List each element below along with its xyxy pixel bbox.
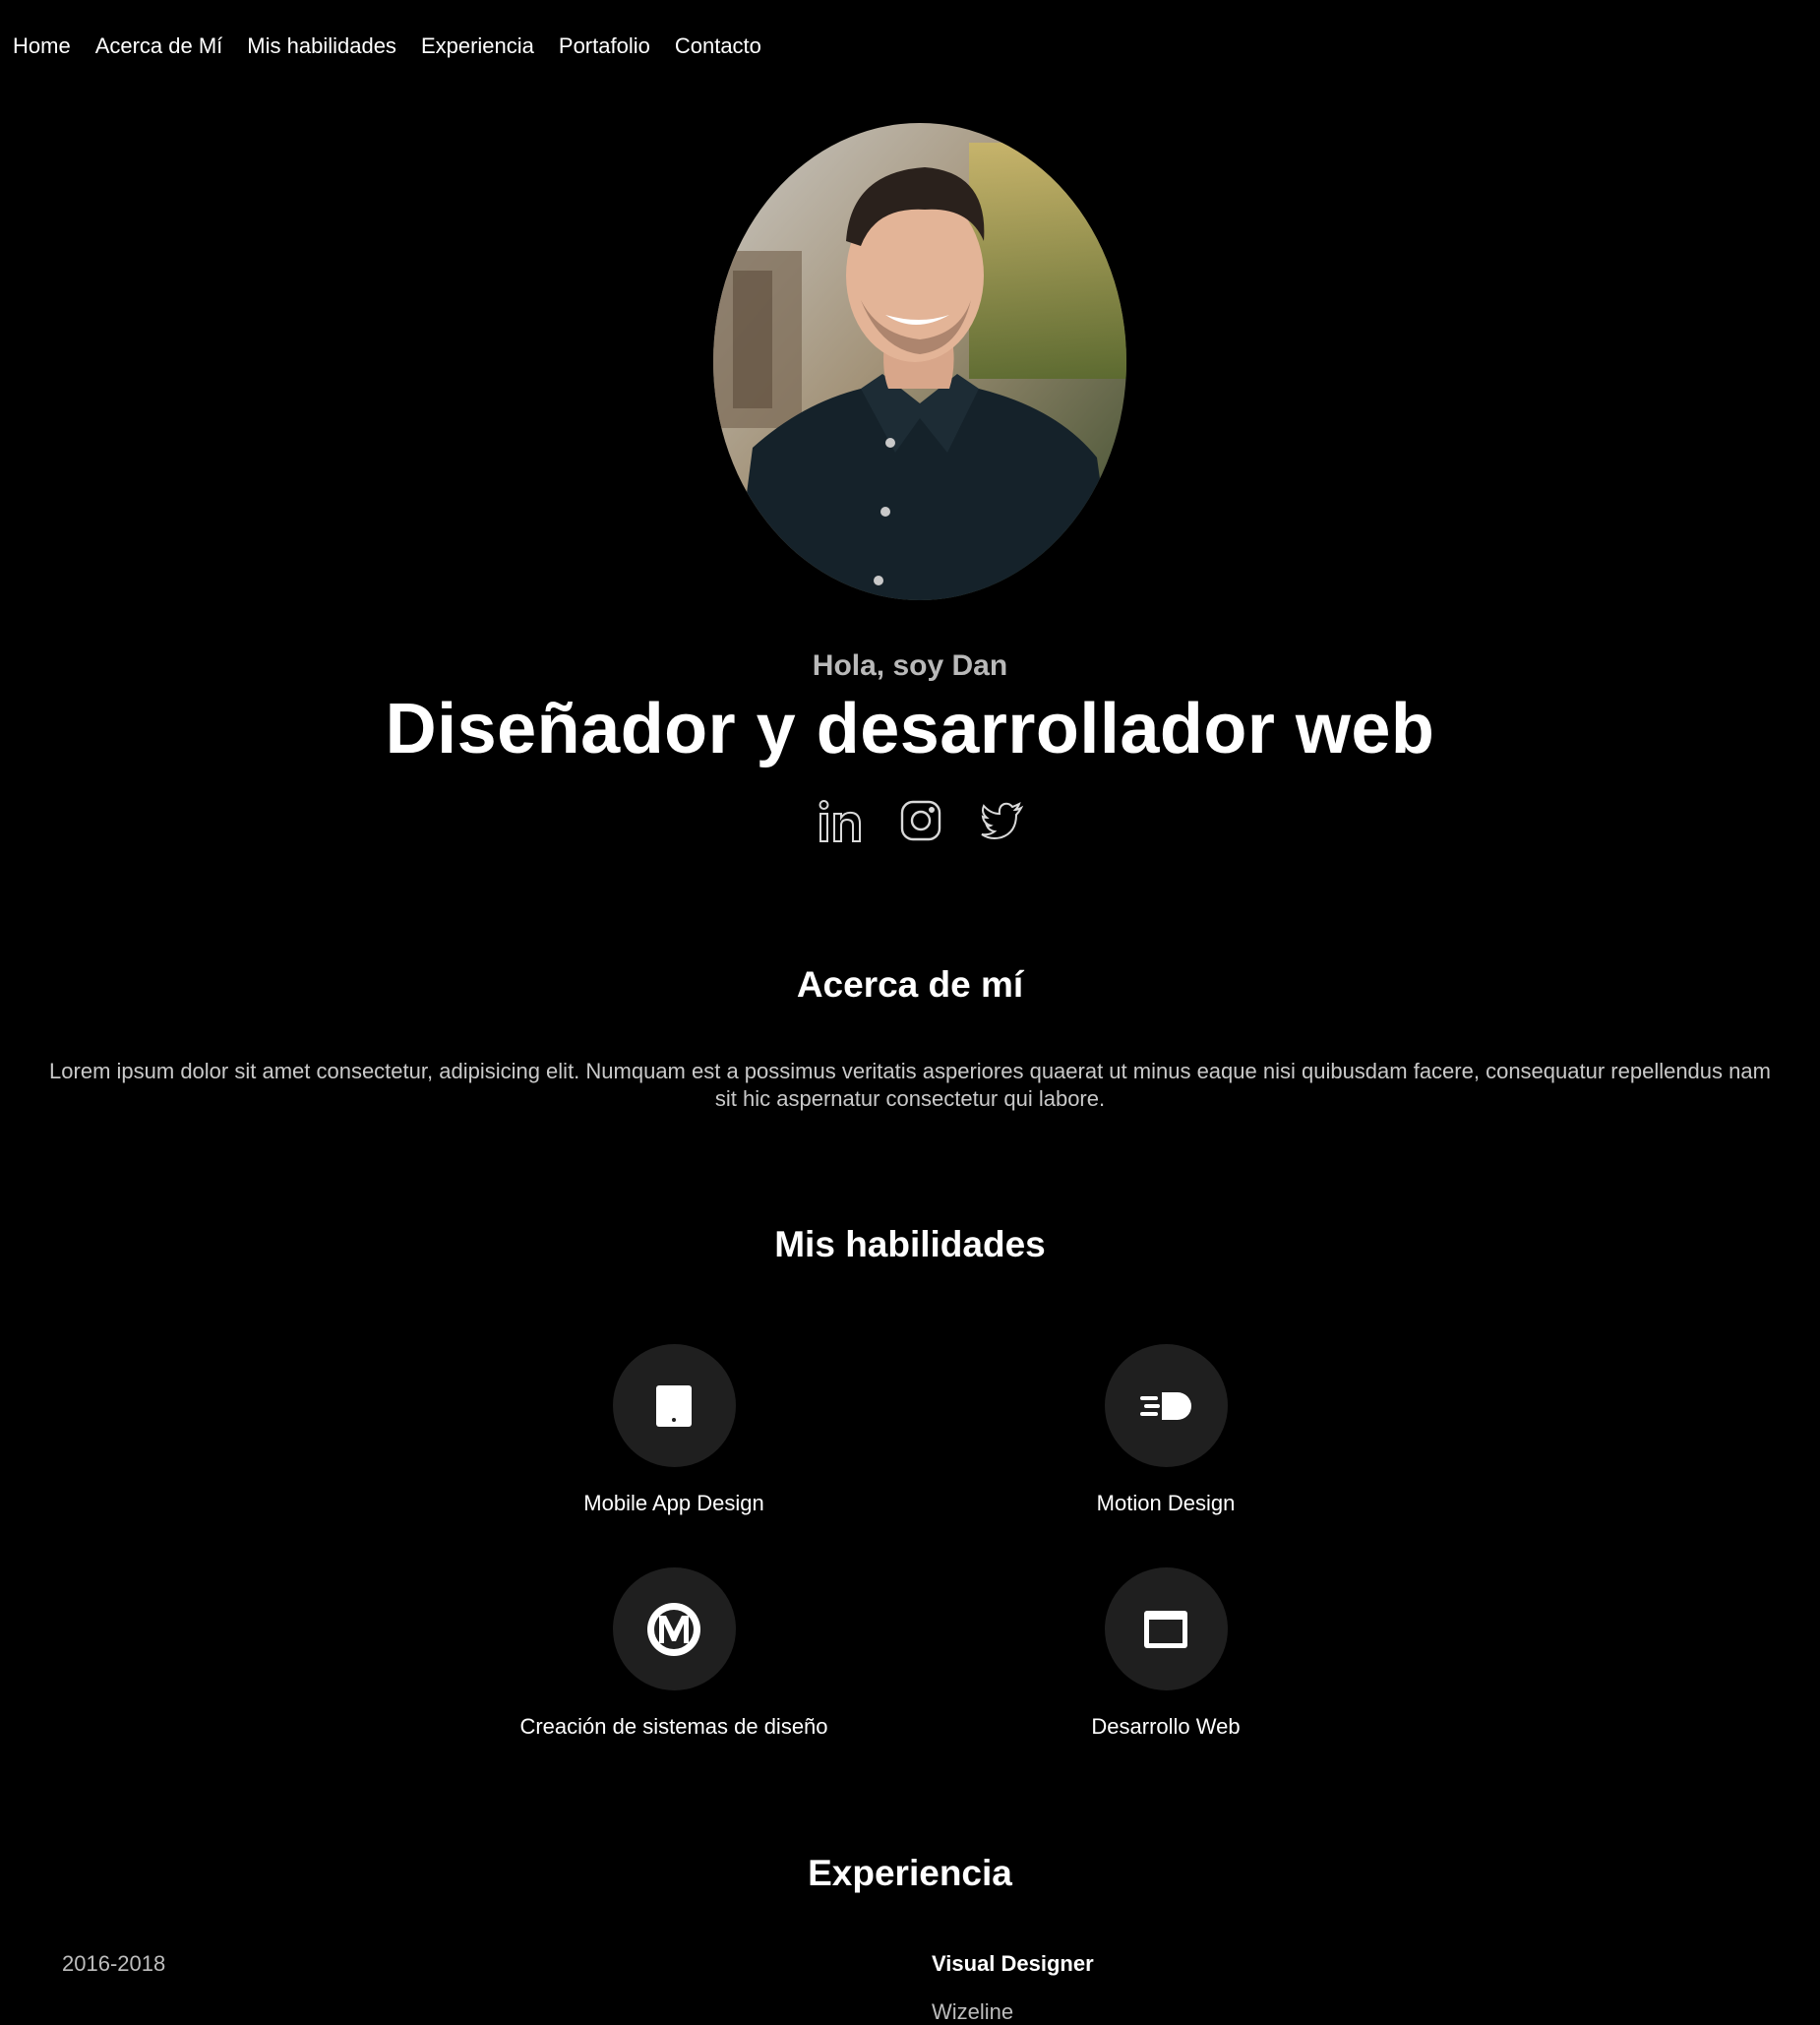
nav-contacto[interactable]: Contacto: [675, 33, 761, 59]
nav-portafolio[interactable]: Portafolio: [559, 33, 650, 59]
experience-company: Wizeline: [932, 1999, 1014, 2024]
nav-acerca[interactable]: Acerca de Mí: [95, 33, 223, 59]
medium-icon: [647, 1602, 700, 1656]
hero-title: Diseñador y desarrollador web: [385, 690, 1435, 768]
main-nav: Home Acerca de Mí Mis habilidades Experi…: [13, 33, 761, 59]
twitter-icon[interactable]: [976, 795, 1027, 846]
skill-web-development: Desarrollo Web: [959, 1567, 1372, 1740]
skill-label: Mobile App Design: [583, 1491, 764, 1515]
browser-window-icon: [1144, 1610, 1187, 1648]
skill-icon-circle: [612, 1344, 736, 1467]
skill-motion-design: Motion Design: [959, 1344, 1372, 1516]
skill-icon-circle: [1104, 1344, 1228, 1467]
nav-experiencia[interactable]: Experiencia: [421, 33, 534, 59]
linkedin-icon[interactable]: [815, 795, 866, 846]
nav-home[interactable]: Home: [13, 33, 71, 59]
skill-mobile-app-design: Mobile App Design: [467, 1344, 880, 1516]
skill-design-systems: Creación de sistemas de diseño: [467, 1567, 880, 1740]
skill-label: Motion Design: [1096, 1491, 1236, 1515]
skills-heading: Mis habilidades: [774, 1224, 1046, 1264]
about-text: Lorem ipsum dolor sit amet consectetur, …: [49, 1059, 1771, 1111]
skill-label: Creación de sistemas de diseño: [519, 1714, 828, 1739]
nav-habilidades[interactable]: Mis habilidades: [247, 33, 396, 59]
experience-heading: Experiencia: [808, 1853, 1012, 1893]
hero-greeting: Hola, soy Dan: [812, 649, 1008, 682]
experience-years: 2016-2018: [62, 1951, 166, 1976]
instagram-icon[interactable]: [895, 795, 946, 846]
skill-label: Desarrollo Web: [1091, 1714, 1241, 1739]
skill-icon-circle: [1104, 1567, 1228, 1690]
experience-role: Visual Designer: [932, 1951, 1094, 1976]
about-heading: Acerca de mí: [796, 964, 1024, 1005]
social-links: [815, 795, 1027, 846]
profile-photo: [713, 123, 1126, 600]
motion-icon: [1140, 1391, 1191, 1420]
skill-icon-circle: [612, 1567, 736, 1690]
tablet-icon: [656, 1384, 692, 1427]
